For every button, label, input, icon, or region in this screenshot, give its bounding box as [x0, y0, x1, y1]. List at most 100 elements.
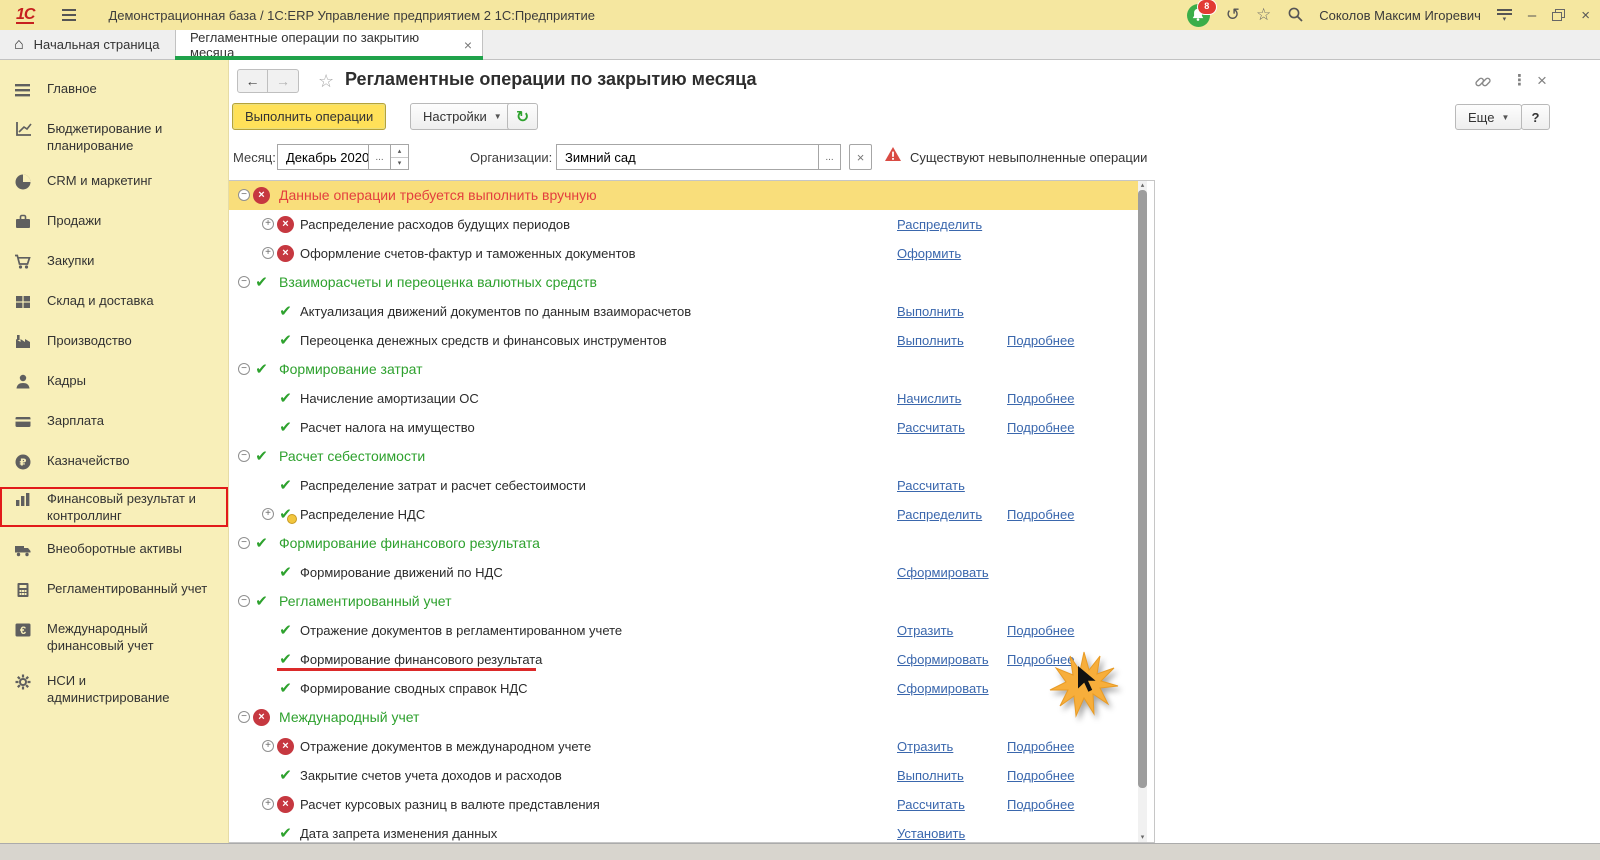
- action-link[interactable]: Выполнить: [897, 333, 964, 348]
- sidebar-item[interactable]: Зарплата: [0, 409, 228, 437]
- more-button[interactable]: Еще ▼: [1455, 104, 1523, 130]
- favorites-icon[interactable]: ☆: [1256, 5, 1271, 25]
- sidebar-item[interactable]: Главное: [0, 77, 228, 105]
- operation-row[interactable]: + × Распределение расходов будущих периодо…: [229, 210, 1138, 239]
- sidebar-item[interactable]: Продажи: [0, 209, 228, 237]
- forward-button[interactable]: →: [268, 69, 299, 93]
- expand-icon[interactable]: +: [262, 247, 274, 259]
- sidebar-item[interactable]: Производство: [0, 329, 228, 357]
- operation-group-row[interactable]: − × Международный учет: [229, 703, 1138, 732]
- operation-row[interactable]: ✔ Начисление амортизации ОС Начислить Подро…: [229, 384, 1138, 413]
- action-link[interactable]: Оформить: [897, 246, 961, 261]
- operation-row[interactable]: ✔ Отражение документов в регламентированн…: [229, 616, 1138, 645]
- collapse-icon[interactable]: −: [238, 537, 250, 549]
- sidebar-item[interactable]: Финансовый результат и контроллинг: [0, 487, 228, 527]
- collapse-icon[interactable]: −: [238, 711, 250, 723]
- sidebar-item[interactable]: ₽ Казначейство: [0, 449, 228, 477]
- details-link[interactable]: Подробнее: [1007, 507, 1074, 522]
- sidebar-item[interactable]: Внеоборотные активы: [0, 537, 228, 565]
- operation-row[interactable]: + × Расчет курсовых разниц в валюте предст…: [229, 790, 1138, 819]
- help-button[interactable]: ?: [1521, 104, 1550, 130]
- operation-row[interactable]: + × Отражение документов в международном у…: [229, 732, 1138, 761]
- scroll-down-icon[interactable]: ▾: [1138, 833, 1147, 842]
- action-link[interactable]: Начислить: [897, 391, 961, 406]
- month-input[interactable]: Декабрь 2020 ... ▴ ▾: [277, 144, 409, 170]
- minimize-button[interactable]: –: [1528, 8, 1536, 23]
- notifications-button[interactable]: 8: [1186, 0, 1217, 27]
- execute-operations-button[interactable]: Выполнить операции: [232, 103, 387, 130]
- sidebar-item[interactable]: Регламентированный учет: [0, 577, 228, 605]
- operation-row[interactable]: ✔ Формирование сводных справок НДС Сформир…: [229, 674, 1138, 703]
- organizations-picker-button[interactable]: ...: [818, 145, 840, 169]
- restore-button[interactable]: [1552, 9, 1566, 21]
- action-link[interactable]: Распределить: [897, 217, 982, 232]
- settings-button[interactable]: Настройки ▼: [410, 103, 515, 130]
- collapse-icon[interactable]: −: [238, 363, 250, 375]
- history-icon[interactable]: ↺: [1226, 5, 1240, 25]
- sidebar-item[interactable]: НСИ и администрирование: [0, 669, 228, 709]
- sidebar-item[interactable]: Бюджетирование и планирование: [0, 117, 228, 157]
- action-link[interactable]: Выполнить: [897, 768, 964, 783]
- action-link[interactable]: Отразить: [897, 623, 953, 638]
- operation-row[interactable]: ✔ Переоценка денежных средств и финансовы…: [229, 326, 1138, 355]
- collapse-icon[interactable]: −: [238, 276, 250, 288]
- vertical-scrollbar[interactable]: ▴ ▾: [1138, 181, 1147, 842]
- details-link[interactable]: Подробнее: [1007, 797, 1074, 812]
- sidebar-item[interactable]: Склад и доставка: [0, 289, 228, 317]
- collapse-icon[interactable]: −: [238, 595, 250, 607]
- sidebar-item[interactable]: € Международный финансовый учет: [0, 617, 228, 657]
- current-user[interactable]: Соколов Максим Игоревич: [1319, 8, 1481, 23]
- operation-group-row[interactable]: − × Данные операции требуется выполнить вр…: [229, 181, 1138, 210]
- action-link[interactable]: Рассчитать: [897, 797, 965, 812]
- sidebar-item[interactable]: Кадры: [0, 369, 228, 397]
- details-link[interactable]: Подробнее: [1007, 768, 1074, 783]
- operation-row[interactable]: ✔ Расчет налога на имущество Рассчитать Под…: [229, 413, 1138, 442]
- scroll-up-icon[interactable]: ▴: [1138, 181, 1147, 190]
- operation-row[interactable]: ✔ Закрытие счетов учета доходов и расходо…: [229, 761, 1138, 790]
- tab-home[interactable]: ⌂ Начальная страница: [0, 30, 179, 59]
- collapse-icon[interactable]: −: [238, 450, 250, 462]
- sidebar-item[interactable]: CRM и маркетинг: [0, 169, 228, 197]
- collapse-icon[interactable]: −: [238, 189, 250, 201]
- action-link[interactable]: Сформировать: [897, 565, 989, 580]
- operation-row[interactable]: ✔ Распределение затрат и расчет себестоим…: [229, 471, 1138, 500]
- action-link[interactable]: Рассчитать: [897, 420, 965, 435]
- details-link[interactable]: Подробнее: [1007, 420, 1074, 435]
- operation-row[interactable]: ✔ Дата запрета изменения данных Установить: [229, 819, 1138, 842]
- scrollbar-thumb[interactable]: [1138, 190, 1147, 788]
- organizations-value[interactable]: Зимний сад: [557, 145, 818, 169]
- clear-organizations-button[interactable]: ×: [849, 144, 872, 170]
- refresh-button[interactable]: ↻: [507, 103, 538, 130]
- operation-row[interactable]: + ✔ Распределение НДС Распределить Подробнее: [229, 500, 1138, 529]
- operation-row[interactable]: ✔ Актуализация движений документов по дан…: [229, 297, 1138, 326]
- tab-close-icon[interactable]: ×: [464, 37, 472, 53]
- organizations-input[interactable]: Зимний сад ...: [556, 144, 841, 170]
- operation-group-row[interactable]: − ✔ Формирование финансового результата: [229, 529, 1138, 558]
- details-link[interactable]: Подробнее: [1007, 739, 1074, 754]
- expand-icon[interactable]: +: [262, 218, 274, 230]
- expand-icon[interactable]: +: [262, 798, 274, 810]
- sidebar-item[interactable]: Закупки: [0, 249, 228, 277]
- service-menu-icon[interactable]: ▾: [1496, 8, 1512, 23]
- action-link[interactable]: Выполнить: [897, 304, 964, 319]
- operation-group-row[interactable]: − ✔ Расчет себестоимости: [229, 442, 1138, 471]
- operation-group-row[interactable]: − ✔ Формирование затрат: [229, 355, 1138, 384]
- action-link[interactable]: Сформировать: [897, 681, 989, 696]
- search-icon[interactable]: [1287, 6, 1303, 25]
- month-spinner[interactable]: ▴ ▾: [390, 145, 408, 169]
- expand-icon[interactable]: +: [262, 508, 274, 520]
- action-link[interactable]: Рассчитать: [897, 478, 965, 493]
- operation-group-row[interactable]: − ✔ Регламентированный учет: [229, 587, 1138, 616]
- action-link[interactable]: Распределить: [897, 507, 982, 522]
- details-link[interactable]: Подробнее: [1007, 623, 1074, 638]
- get-link-icon[interactable]: [1474, 74, 1492, 92]
- close-window-button[interactable]: ×: [1581, 8, 1590, 23]
- action-link[interactable]: Установить: [897, 826, 965, 841]
- spin-down-icon[interactable]: ▾: [391, 156, 408, 170]
- action-link[interactable]: Отразить: [897, 739, 953, 754]
- main-menu-icon[interactable]: [62, 9, 77, 21]
- close-form-icon[interactable]: ×: [1537, 71, 1547, 91]
- more-menu-icon[interactable]: ⋮: [1512, 71, 1527, 89]
- operation-row[interactable]: ✔ Формирование движений по НДС Сформироват…: [229, 558, 1138, 587]
- action-link[interactable]: Сформировать: [897, 652, 989, 667]
